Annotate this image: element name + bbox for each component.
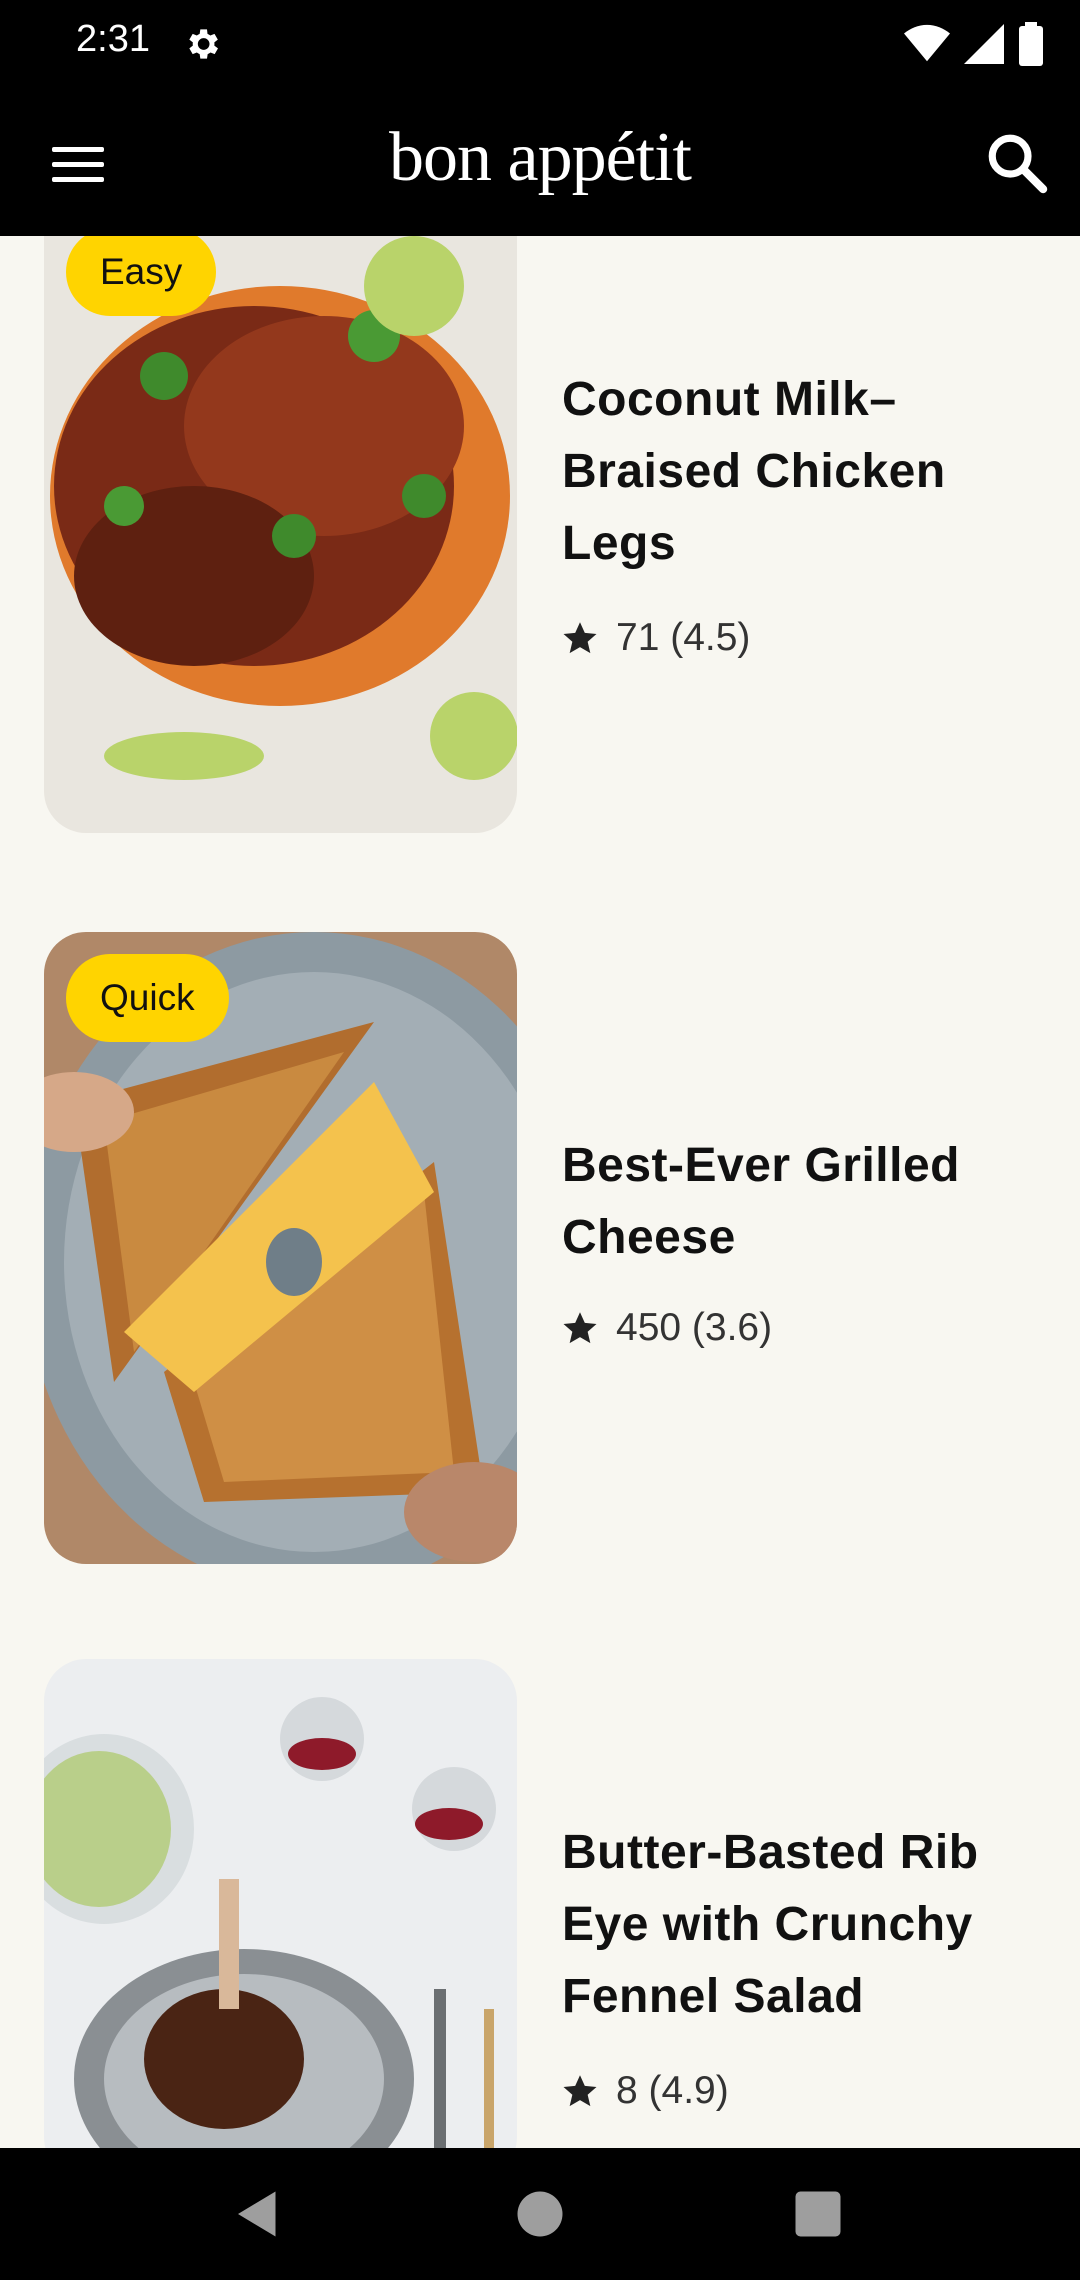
star-icon (563, 2075, 597, 2107)
battery-icon (1019, 22, 1043, 66)
status-bar: 2:31 (0, 0, 1080, 88)
difficulty-badge: Easy (66, 236, 217, 316)
star-icon (563, 1312, 597, 1344)
difficulty-badge: Quick (66, 954, 229, 1042)
recipe-image-rib-eye[interactable] (44, 1659, 517, 2148)
rating-text: 8 (4.9) (616, 2069, 729, 2112)
recipe-rating: 450 (3.6) (562, 1306, 772, 1350)
app-bar: bon appétit (0, 88, 1080, 236)
recipe-card[interactable]: Butter-Basted Rib Eye with Crunchy Fenne… (0, 1659, 1080, 2148)
gear-icon (189, 29, 218, 59)
recipe-title[interactable]: Butter-Basted Rib Eye with Crunchy Fenne… (562, 1817, 1032, 2033)
recipe-title[interactable]: Coconut Milk–Braised Chicken Legs (562, 364, 1032, 580)
recents-icon[interactable] (788, 2184, 848, 2244)
wifi-icon (904, 24, 950, 62)
star-icon (563, 622, 597, 654)
recipe-title[interactable]: Best-Ever Grilled Cheese (562, 1130, 1032, 1274)
signal-icon (964, 24, 1004, 64)
home-icon[interactable] (510, 2184, 570, 2244)
recipe-card[interactable]: Quick Best-Ever Grilled Cheese 450 (3.6) (0, 932, 1080, 1572)
recipe-image-chicken[interactable] (44, 236, 517, 833)
system-nav-bar (0, 2148, 1080, 2280)
recipe-rating: 8 (4.9) (562, 2069, 729, 2113)
recipe-list[interactable]: Easy Coconut Milk–Braised Chicken Legs 7… (0, 236, 1080, 2148)
search-icon[interactable] (984, 130, 1050, 196)
rating-text: 450 (3.6) (616, 1306, 773, 1349)
back-icon[interactable] (228, 2184, 288, 2244)
recipe-rating: 71 (4.5) (562, 616, 750, 660)
rating-text: 71 (4.5) (616, 616, 751, 659)
brand-logo: bon appétit (389, 119, 692, 196)
status-time: 2:31 (76, 18, 150, 60)
recipe-card[interactable]: Easy Coconut Milk–Braised Chicken Legs 7… (0, 236, 1080, 836)
